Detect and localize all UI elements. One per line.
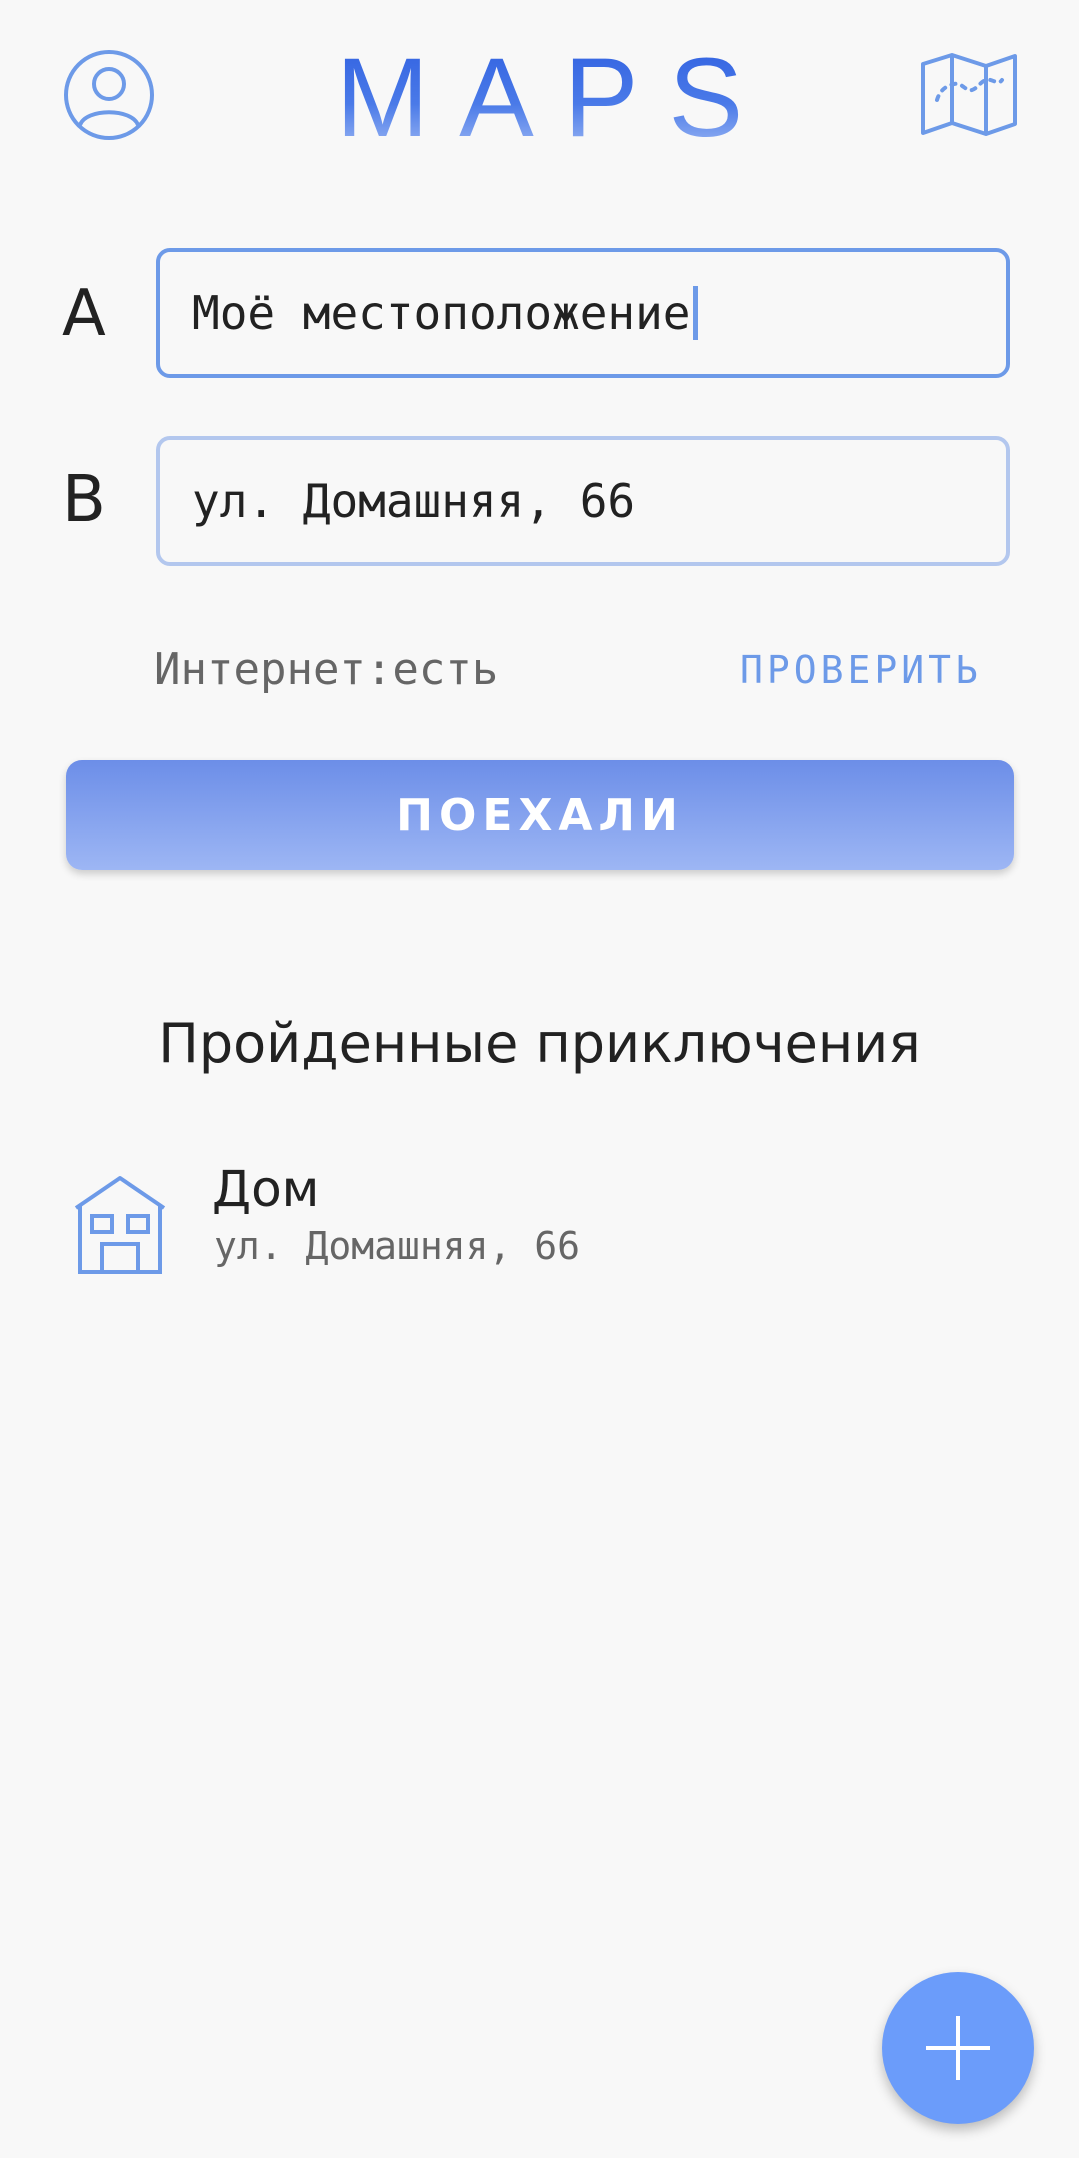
map-button[interactable] <box>920 52 1018 136</box>
origin-input[interactable]: Моё местоположение <box>156 248 1010 378</box>
point-b-label: B <box>62 463 106 537</box>
text-caret <box>692 286 698 340</box>
check-connection-button[interactable]: ПРОВЕРИТЬ <box>740 648 982 692</box>
history-title: Пройденные приключения <box>158 1012 921 1075</box>
house-icon <box>74 1176 166 1274</box>
app-title: MAPS <box>335 35 774 160</box>
map-icon <box>921 53 1017 136</box>
add-button[interactable] <box>882 1972 1034 2124</box>
history-item-address: ул. Домашняя, 66 <box>214 1224 581 1268</box>
point-a-label: A <box>62 277 106 351</box>
history-item-home[interactable]: Дом ул. Домашняя, 66 <box>62 1160 1002 1280</box>
history-item-name: Дом <box>212 1160 320 1218</box>
go-button[interactable]: ПОЕХАЛИ <box>66 760 1014 870</box>
destination-input-value: ул. Домашняя, 66 <box>192 474 636 528</box>
origin-input-value: Моё местоположение <box>192 286 691 340</box>
internet-status: Интернет:есть <box>154 644 499 695</box>
destination-input[interactable]: ул. Домашняя, 66 <box>156 436 1010 566</box>
plus-icon <box>926 2016 990 2080</box>
